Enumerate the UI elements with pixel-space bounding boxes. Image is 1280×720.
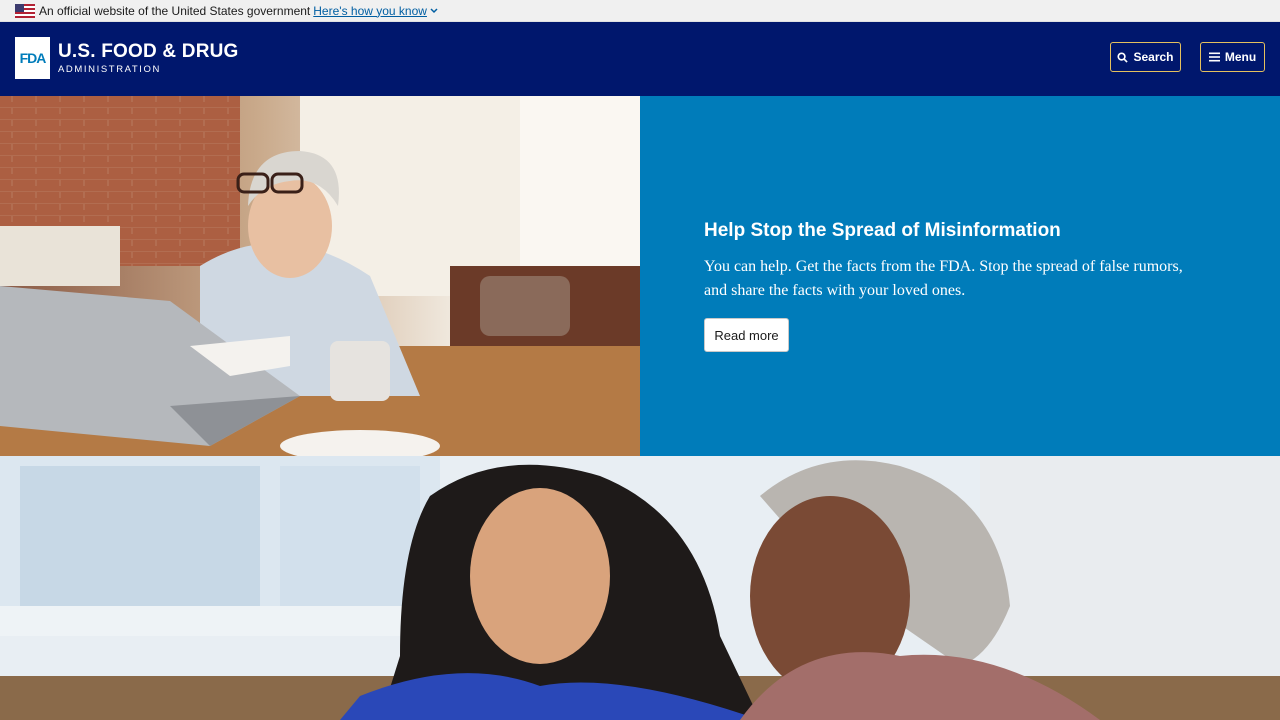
- heres-how-you-know-link[interactable]: Here's how you know: [313, 4, 438, 18]
- logo-sub-text: ADMINISTRATION: [58, 63, 161, 75]
- photo-two-women-looking-at-screen: [0, 456, 1280, 720]
- heres-how-you-know-label: Here's how you know: [313, 3, 427, 18]
- fda-logo-text: U.S. FOOD & DRUG ADMINISTRATION: [58, 42, 239, 75]
- read-more-button[interactable]: Read more: [704, 318, 789, 352]
- search-button-label: Search: [1133, 50, 1174, 64]
- chevron-down-icon: [430, 6, 438, 16]
- us-flag-icon: [15, 3, 35, 18]
- hero-panel: Help Stop the Spread of Misinformation Y…: [640, 96, 1280, 456]
- gov-banner-text: An official website of the United States…: [39, 3, 311, 18]
- search-button[interactable]: Search: [1110, 42, 1181, 72]
- hamburger-icon: [1208, 52, 1220, 62]
- hero-title: Help Stop the Spread of Misinformation: [704, 220, 1061, 241]
- menu-button[interactable]: Menu: [1200, 42, 1265, 72]
- gov-banner: An official website of the United States…: [0, 0, 1280, 22]
- fda-logo-mark: FDA: [15, 37, 50, 79]
- hero-photo-woman-at-laptop: [0, 96, 640, 456]
- fda-logo-link[interactable]: FDA U.S. FOOD & DRUG ADMINISTRATION: [15, 37, 239, 79]
- hero-description: You can help. Get the facts from the FDA…: [704, 258, 1183, 299]
- menu-button-label: Menu: [1224, 50, 1257, 64]
- site-header: FDA U.S. FOOD & DRUG ADMINISTRATION Sear…: [0, 22, 1280, 96]
- logo-main-text: U.S. FOOD & DRUG: [58, 40, 239, 62]
- search-icon: [1117, 51, 1129, 63]
